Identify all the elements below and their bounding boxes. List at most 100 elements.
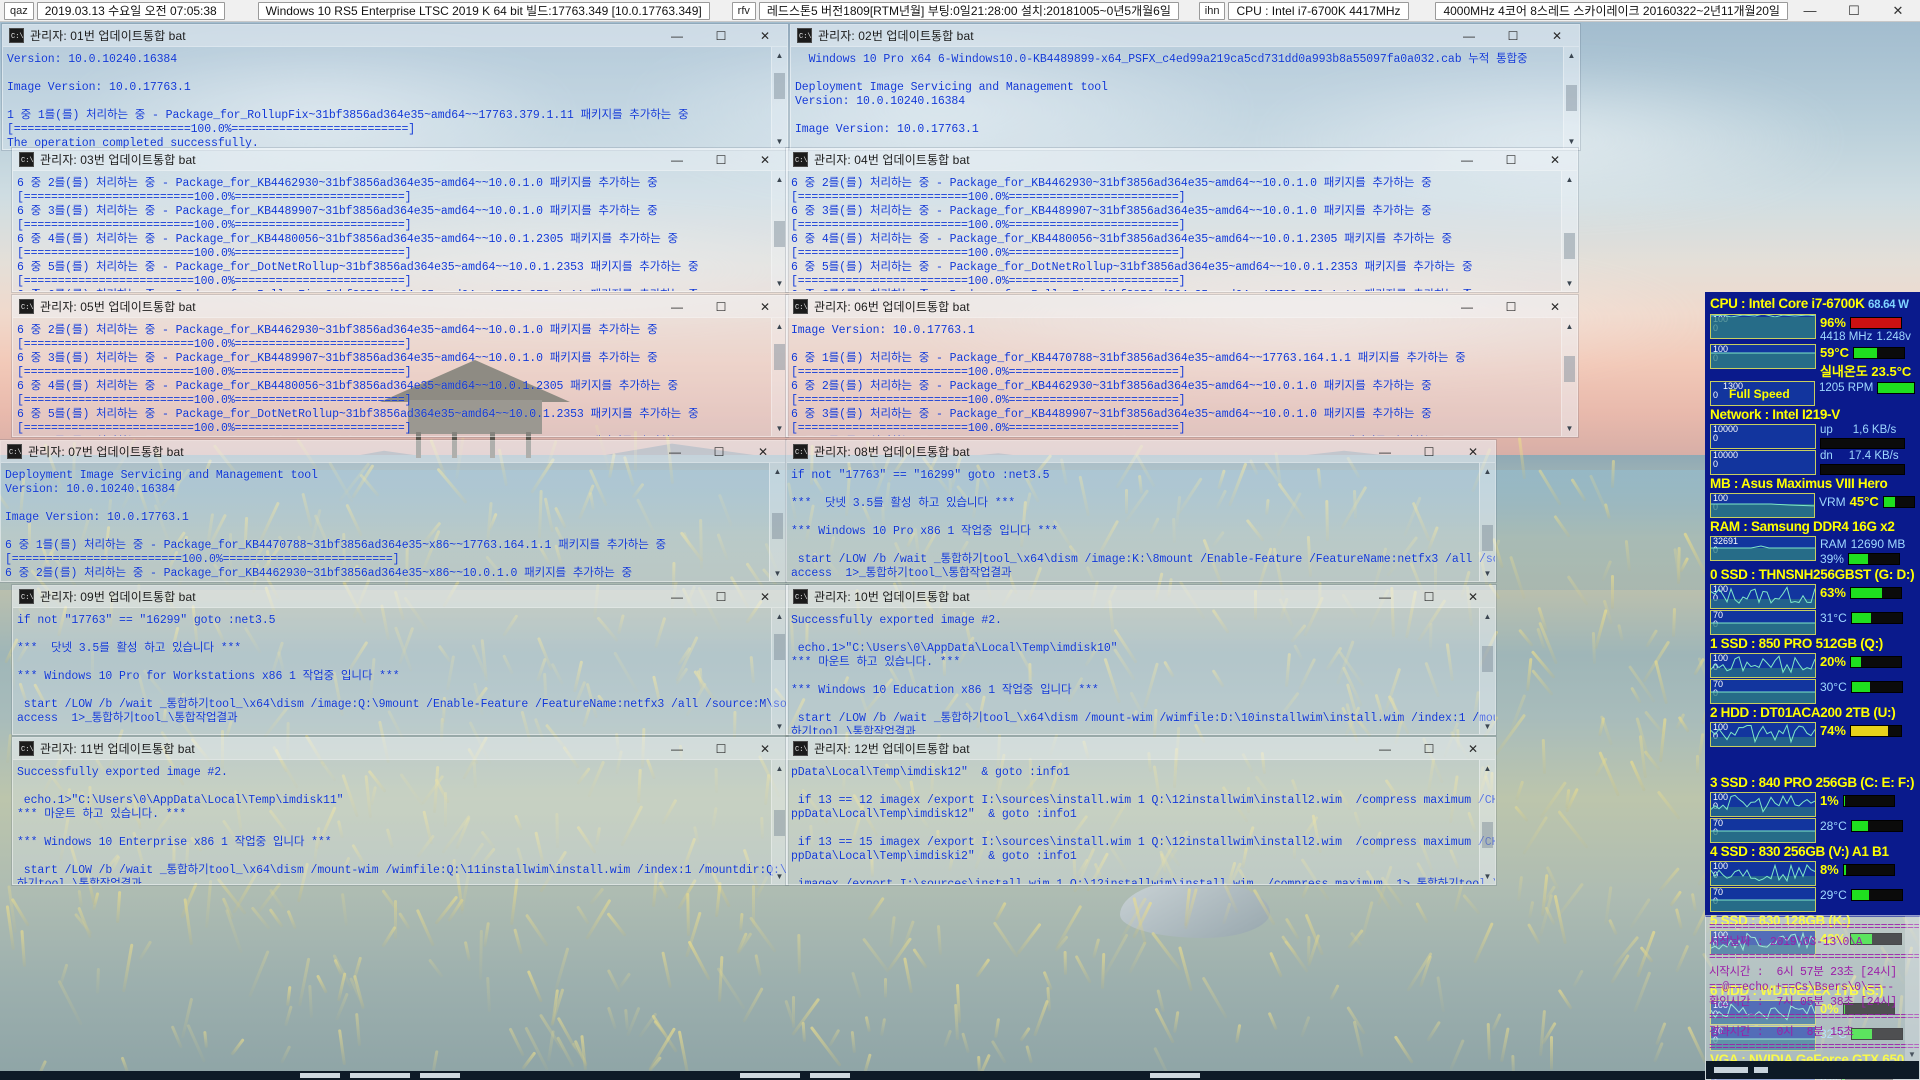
chevron-up-icon[interactable]: ▲ bbox=[1564, 47, 1579, 63]
scrollbar-thumb[interactable] bbox=[1564, 233, 1575, 259]
cmd-window-12[interactable]: C:\ 관리자: 12번 업데이트통합 bat — ☐ ✕ pData\Local\Tem… bbox=[786, 737, 1496, 885]
topbar-maximize-button[interactable]: ☐ bbox=[1832, 0, 1876, 22]
cmd-minimize-button-9[interactable]: — bbox=[655, 586, 699, 608]
scrollbar-thumb[interactable] bbox=[1564, 356, 1575, 382]
cmd-scrollbar-5[interactable]: ▲ ▼ bbox=[771, 318, 787, 436]
cmd-window-titlebar-11[interactable]: C:\ 관리자: 11번 업데이트통합 bat — ☐ ✕ bbox=[13, 738, 787, 760]
cmd-scrollbar-1[interactable]: ▲ ▼ bbox=[771, 47, 787, 149]
cmd-maximize-button-7[interactable]: ☐ bbox=[697, 441, 741, 463]
chevron-down-icon[interactable]: ▼ bbox=[772, 718, 787, 734]
cmd-window-6[interactable]: C:\ 관리자: 06번 업데이트통합 bat — ☐ ✕ Image Version: … bbox=[786, 295, 1578, 437]
cmd-maximize-button-5[interactable]: ☐ bbox=[699, 296, 743, 318]
cmd-scrollbar-12[interactable]: ▲ ▼ bbox=[1479, 760, 1495, 884]
cmd-minimize-button-11[interactable]: — bbox=[655, 738, 699, 760]
chevron-up-icon[interactable]: ▲ bbox=[1480, 463, 1495, 479]
cmd-close-button-4[interactable]: ✕ bbox=[1533, 149, 1577, 171]
chevron-up-icon[interactable]: ▲ bbox=[1562, 171, 1577, 187]
cmd-maximize-button-2[interactable]: ☐ bbox=[1491, 25, 1535, 47]
chevron-up-icon[interactable]: ▲ bbox=[1480, 760, 1495, 776]
scrollbar-thumb[interactable] bbox=[774, 344, 785, 370]
cmd-close-button-9[interactable]: ✕ bbox=[743, 586, 787, 608]
cmd-close-button-1[interactable]: ✕ bbox=[743, 25, 787, 47]
cmd-maximize-button-3[interactable]: ☐ bbox=[699, 149, 743, 171]
cmd-scrollbar-2[interactable]: ▲ ▼ bbox=[1563, 47, 1579, 149]
cmd-window-2[interactable]: C:\ 관리자: 02번 업데이트통합 bat — ☐ ✕ Windows 10 Pro… bbox=[790, 24, 1580, 150]
scrollbar-thumb[interactable] bbox=[772, 513, 783, 539]
cmd-scrollbar-4[interactable]: ▲ ▼ bbox=[1561, 171, 1577, 291]
cmd-close-button-10[interactable]: ✕ bbox=[1451, 586, 1495, 608]
cmd-maximize-button-8[interactable]: ☐ bbox=[1407, 441, 1451, 463]
chevron-down-icon[interactable]: ▼ bbox=[1480, 718, 1495, 734]
cmd-window-titlebar-12[interactable]: C:\ 관리자: 12번 업데이트통합 bat — ☐ ✕ bbox=[787, 738, 1495, 760]
chevron-down-icon[interactable]: ▼ bbox=[772, 868, 787, 884]
chevron-up-icon[interactable]: ▲ bbox=[772, 608, 787, 624]
cmd-window-titlebar-8[interactable]: C:\ 관리자: 08번 업데이트통합 bat — ☐ ✕ bbox=[787, 441, 1495, 463]
chevron-down-icon[interactable]: ▼ bbox=[1564, 133, 1579, 149]
cmd-window-5[interactable]: C:\ 관리자: 05번 업데이트통합 bat — ☐ ✕ 6 중 2를(를) 처리하는 … bbox=[12, 295, 788, 437]
chevron-up-icon[interactable]: ▲ bbox=[772, 171, 787, 187]
cmd-window-titlebar-10[interactable]: C:\ 관리자: 10번 업데이트통합 bat — ☐ ✕ bbox=[787, 586, 1495, 608]
cmd-close-button-5[interactable]: ✕ bbox=[743, 296, 787, 318]
chevron-down-icon[interactable]: ▼ bbox=[772, 275, 787, 291]
chevron-up-icon[interactable]: ▲ bbox=[770, 463, 785, 479]
cmd-window-titlebar-6[interactable]: C:\ 관리자: 06번 업데이트통합 bat — ☐ ✕ bbox=[787, 296, 1577, 318]
chevron-down-icon[interactable]: ▼ bbox=[770, 565, 785, 581]
cmd-scrollbar-10[interactable]: ▲ ▼ bbox=[1479, 608, 1495, 734]
cmd-window-7[interactable]: C:\ 관리자: 07번 업데이트통합 bat — ☐ ✕ Deployment Imag… bbox=[0, 440, 786, 582]
chevron-down-icon[interactable]: ▼ bbox=[1562, 275, 1577, 291]
scrollbar-thumb[interactable] bbox=[774, 810, 785, 836]
cmd-minimize-button-4[interactable]: — bbox=[1445, 149, 1489, 171]
cmd-close-button-6[interactable]: ✕ bbox=[1533, 296, 1577, 318]
cmd-close-button-7[interactable]: ✕ bbox=[741, 441, 785, 463]
chevron-down-icon[interactable]: ▼ bbox=[1562, 420, 1577, 436]
cmd-window-titlebar-7[interactable]: C:\ 관리자: 07번 업데이트통합 bat — ☐ ✕ bbox=[1, 441, 785, 463]
cmd-close-button-3[interactable]: ✕ bbox=[743, 149, 787, 171]
cmd-close-button-12[interactable]: ✕ bbox=[1451, 738, 1495, 760]
cmd-scrollbar-11[interactable]: ▲ ▼ bbox=[771, 760, 787, 884]
cmd-minimize-button-12[interactable]: — bbox=[1363, 738, 1407, 760]
cmd-window-3[interactable]: C:\ 관리자: 03번 업데이트통합 bat — ☐ ✕ 6 중 2를(를) 처리하는 … bbox=[12, 148, 788, 292]
cmd-window-titlebar-4[interactable]: C:\ 관리자: 04번 업데이트통합 bat — ☐ ✕ bbox=[787, 149, 1577, 171]
cmd-window-11[interactable]: C:\ 관리자: 11번 업데이트통합 bat — ☐ ✕ Successfully ex… bbox=[12, 737, 788, 885]
cmd-close-button-2[interactable]: ✕ bbox=[1535, 25, 1579, 47]
cmd-window-1[interactable]: C:\ 관리자: 01번 업데이트통합 bat — ☐ ✕ Version: 10.0.1… bbox=[2, 24, 788, 150]
cmd-maximize-button-1[interactable]: ☐ bbox=[699, 25, 743, 47]
scrollbar-thumb[interactable] bbox=[1482, 646, 1493, 672]
cmd-window-titlebar-5[interactable]: C:\ 관리자: 05번 업데이트통합 bat — ☐ ✕ bbox=[13, 296, 787, 318]
cmd-minimize-button-10[interactable]: — bbox=[1363, 586, 1407, 608]
cmd-window-titlebar-1[interactable]: C:\ 관리자: 01번 업데이트통합 bat — ☐ ✕ bbox=[3, 25, 787, 47]
cmd-maximize-button-12[interactable]: ☐ bbox=[1407, 738, 1451, 760]
scrollbar-thumb[interactable] bbox=[774, 73, 785, 99]
cmd-window-9[interactable]: C:\ 관리자: 09번 업데이트통합 bat — ☐ ✕ if not "17763" … bbox=[12, 585, 788, 735]
cmd-maximize-button-11[interactable]: ☐ bbox=[699, 738, 743, 760]
cmd-window-titlebar-9[interactable]: C:\ 관리자: 09번 업데이트통합 bat — ☐ ✕ bbox=[13, 586, 787, 608]
scrollbar-thumb[interactable] bbox=[774, 221, 785, 247]
chevron-up-icon[interactable]: ▲ bbox=[1562, 318, 1577, 334]
cmd-minimize-button-3[interactable]: — bbox=[655, 149, 699, 171]
cmd-window-10[interactable]: C:\ 관리자: 10번 업데이트통합 bat — ☐ ✕ Successfully ex… bbox=[786, 585, 1496, 735]
cmd-window-4[interactable]: C:\ 관리자: 04번 업데이트통합 bat — ☐ ✕ 6 중 2를(를) 처리하는 … bbox=[786, 148, 1578, 292]
chevron-down-icon[interactable]: ▼ bbox=[1905, 1050, 1919, 1059]
scrollbar-thumb[interactable] bbox=[1482, 822, 1493, 848]
cmd-window-titlebar-2[interactable]: C:\ 관리자: 02번 업데이트통합 bat — ☐ ✕ bbox=[791, 25, 1579, 47]
cmd-maximize-button-10[interactable]: ☐ bbox=[1407, 586, 1451, 608]
scrollbar-thumb[interactable] bbox=[774, 634, 785, 660]
chevron-up-icon[interactable]: ▲ bbox=[772, 47, 787, 63]
chevron-up-icon[interactable]: ▲ bbox=[1480, 608, 1495, 624]
cmd-minimize-button-5[interactable]: — bbox=[655, 296, 699, 318]
cmd-scrollbar-3[interactable]: ▲ ▼ bbox=[771, 171, 787, 291]
chevron-down-icon[interactable]: ▼ bbox=[1480, 868, 1495, 884]
chevron-down-icon[interactable]: ▼ bbox=[772, 133, 787, 149]
chevron-up-icon[interactable]: ▲ bbox=[772, 760, 787, 776]
topbar-close-button[interactable]: ✕ bbox=[1876, 0, 1920, 22]
topbar-minimize-button[interactable]: — bbox=[1788, 0, 1832, 22]
cmd-minimize-button-6[interactable]: — bbox=[1445, 296, 1489, 318]
scrollbar-thumb[interactable] bbox=[1482, 525, 1493, 551]
cmd-maximize-button-6[interactable]: ☐ bbox=[1489, 296, 1533, 318]
chevron-down-icon[interactable]: ▼ bbox=[1480, 565, 1495, 581]
cmd-minimize-button-1[interactable]: — bbox=[655, 25, 699, 47]
cmd-maximize-button-9[interactable]: ☐ bbox=[699, 586, 743, 608]
cmd-window-titlebar-3[interactable]: C:\ 관리자: 03번 업데이트통합 bat — ☐ ✕ bbox=[13, 149, 787, 171]
cmd-window-8[interactable]: C:\ 관리자: 08번 업데이트통합 bat — ☐ ✕ if not "17763" … bbox=[786, 440, 1496, 582]
time-panel-scrollbar[interactable]: ▼ bbox=[1905, 916, 1919, 1079]
